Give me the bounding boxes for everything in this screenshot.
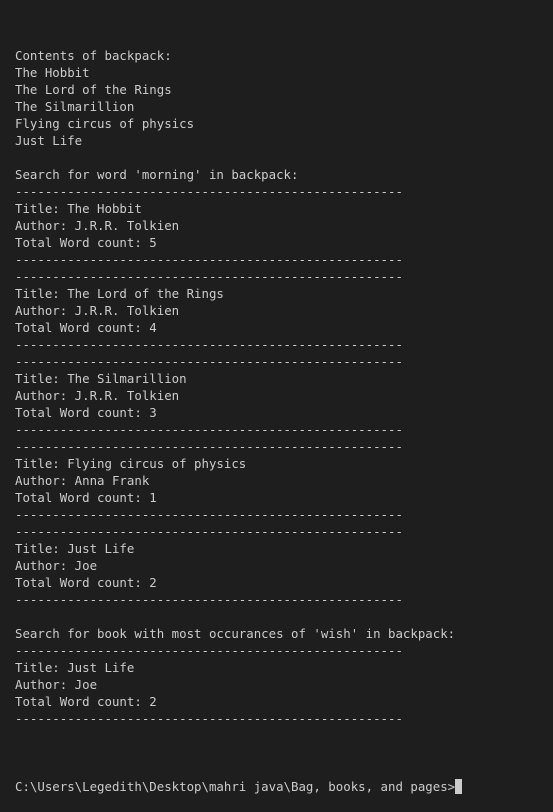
output-line: Author: Anna Frank: [15, 473, 150, 488]
output-line: The Silmarillion: [15, 99, 135, 114]
output-line: ----------------------------------------…: [15, 354, 403, 369]
output-line: Title: Just Life: [15, 660, 135, 675]
output-line: ----------------------------------------…: [15, 337, 403, 352]
output-line: Total Word count: 2: [15, 575, 157, 590]
output-line: Contents of backpack:: [15, 48, 172, 63]
output-line: ----------------------------------------…: [15, 439, 403, 454]
output-line: Total Word count: 4: [15, 320, 157, 335]
output-line: Author: Joe: [15, 677, 98, 692]
output-line: Title: The Silmarillion: [15, 371, 187, 386]
output-line: Total Word count: 1: [15, 490, 157, 505]
output-line: ----------------------------------------…: [15, 184, 403, 199]
text-cursor: [455, 779, 463, 794]
output-line: Author: J.R.R. Tolkien: [15, 388, 180, 403]
command-prompt: C:\Users\Legedith\Desktop\mahri java\Bag…: [15, 779, 456, 794]
output-line: Author: Joe: [15, 558, 98, 573]
terminal-output[interactable]: Contents of backpack: The Hobbit The Lord …: [15, 13, 545, 812]
output-line: Flying circus of physics: [15, 116, 195, 131]
output-line: Total Word count: 2: [15, 694, 157, 709]
output-line: ----------------------------------------…: [15, 643, 403, 658]
output-line: Search for word 'morning' in backpack:: [15, 167, 299, 182]
output-line: The Lord of the Rings: [15, 82, 172, 97]
output-line: ----------------------------------------…: [15, 711, 403, 726]
output-line: ----------------------------------------…: [15, 252, 403, 267]
output-line: Total Word count: 3: [15, 405, 157, 420]
command-prompt-line[interactable]: C:\Users\Legedith\Desktop\mahri java\Bag…: [15, 778, 545, 795]
output-line: Search for book with most occurances of …: [15, 626, 456, 641]
output-lines: Contents of backpack: The Hobbit The Lord …: [15, 47, 545, 744]
output-line: Author: J.R.R. Tolkien: [15, 218, 180, 233]
output-line: Title: Just Life: [15, 541, 135, 556]
output-line: Title: Flying circus of physics: [15, 456, 247, 471]
output-line: ----------------------------------------…: [15, 524, 403, 539]
output-line: ----------------------------------------…: [15, 507, 403, 522]
output-line: Just Life: [15, 133, 83, 148]
output-line: ----------------------------------------…: [15, 422, 403, 437]
output-line: Title: The Hobbit: [15, 201, 142, 216]
output-line: The Hobbit: [15, 65, 90, 80]
output-line: ----------------------------------------…: [15, 592, 403, 607]
output-line: Author: J.R.R. Tolkien: [15, 303, 180, 318]
output-line: Total Word count: 5: [15, 235, 157, 250]
output-line: Title: The Lord of the Rings: [15, 286, 224, 301]
output-line: ----------------------------------------…: [15, 269, 403, 284]
